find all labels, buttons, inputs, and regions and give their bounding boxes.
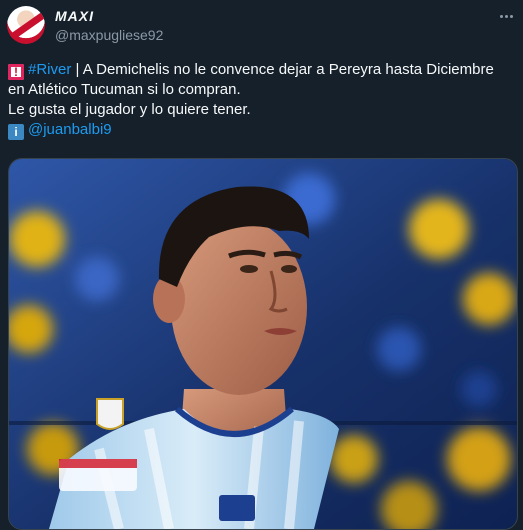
avatar[interactable] <box>7 6 45 44</box>
more-dot <box>509 14 513 18</box>
tweet-text: ! #River | A Demichelis no le convence de… <box>8 60 518 140</box>
info-icon: i <box>8 124 24 140</box>
tweet-card[interactable]: MAXI @maxpugliese92 ! #River | A Demichel… <box>0 0 523 530</box>
avatar-stripe <box>7 8 45 44</box>
more-options-icon[interactable] <box>496 6 516 26</box>
mention-link[interactable]: @juanbalbi9 <box>28 121 112 138</box>
siren-icon: ! <box>8 64 24 80</box>
tweet-line-3: Le gusta el jugador y lo quiere tener. <box>8 101 251 118</box>
author-handle[interactable]: @maxpugliese92 <box>55 27 163 43</box>
more-dot <box>499 14 503 18</box>
tweet-line-2: en Atlético Tucuman si lo compran. <box>8 81 241 98</box>
author-display-name[interactable]: MAXI <box>55 8 94 24</box>
hashtag-link[interactable]: #River <box>28 61 71 78</box>
tweet-line-1: | A Demichelis no le convence dejar a Pe… <box>71 61 494 78</box>
player-photo <box>9 159 517 529</box>
more-dot <box>504 14 508 18</box>
tweet-photo[interactable] <box>8 158 518 530</box>
